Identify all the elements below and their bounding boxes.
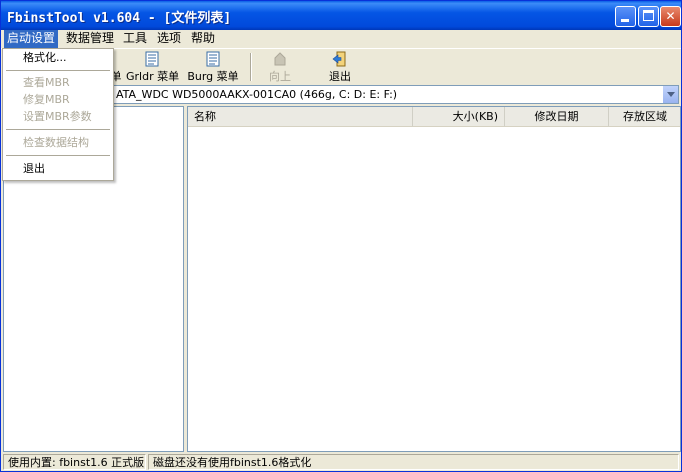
column-header-size[interactable]: 大小(KB) [413, 107, 505, 127]
menu-item-check-structure[interactable]: 检查数据结构 [4, 135, 112, 152]
title-bar[interactable]: FbinstTool v1.604 - [文件列表] ✕ [1, 1, 681, 30]
menu-data-management[interactable]: 数据管理 [63, 30, 117, 48]
burg-menu-label: Burg 菜单 [187, 70, 239, 83]
menu-options[interactable]: 选项 [154, 30, 184, 48]
boot-settings-menu: 格式化... 查看MBR 修复MBR 设置MBR参数 检查数据结构 退出 [2, 48, 114, 181]
close-icon: ✕ [665, 9, 676, 23]
column-header-name[interactable]: 名称 [188, 107, 413, 127]
menu-tools[interactable]: 工具 [120, 30, 150, 48]
grldr-menu-icon [145, 51, 159, 67]
app-window: FbinstTool v1.604 - [文件列表] ✕ 启动设置 数据管理 工… [0, 0, 682, 472]
menu-item-set-mbr-params[interactable]: 设置MBR参数 [4, 109, 112, 126]
toolbar-separator [250, 53, 252, 81]
exit-label: 退出 [329, 70, 351, 83]
minimize-icon [621, 19, 629, 22]
status-bar: 使用内置: fbinst1.6 正式版 磁盘还没有使用fbinst1.6格式化 [1, 453, 681, 471]
menu-item-repair-mbr[interactable]: 修复MBR [4, 92, 112, 109]
grldr-menu-label: Grldr 菜单 [126, 70, 180, 83]
column-header-area[interactable]: 存放区域 [609, 107, 680, 127]
close-button[interactable]: ✕ [660, 6, 681, 27]
menu-separator [6, 129, 110, 130]
status-builtin-version: 使用内置: fbinst1.6 正式版 [3, 454, 146, 470]
up-button[interactable]: 向上 [263, 51, 297, 83]
column-header-modified[interactable]: 修改日期 [505, 107, 609, 127]
menu-help[interactable]: 帮助 [188, 30, 218, 48]
burg-menu-icon [206, 51, 220, 67]
menu-item-format[interactable]: 格式化... [4, 50, 112, 67]
up-arrow-icon [274, 52, 286, 66]
maximize-icon [643, 10, 654, 21]
up-label: 向上 [269, 70, 291, 83]
chevron-down-icon [667, 92, 675, 97]
menu-separator [6, 70, 110, 71]
exit-button[interactable]: 退出 [323, 51, 357, 83]
maximize-button[interactable] [638, 6, 659, 27]
minimize-button[interactable] [615, 6, 636, 27]
file-list[interactable]: 名称 大小(KB) 修改日期 存放区域 [187, 106, 681, 452]
menu-boot-settings[interactable]: 启动设置 [4, 30, 59, 48]
menu-item-view-mbr[interactable]: 查看MBR [4, 75, 112, 92]
menu-separator [6, 155, 110, 156]
status-disk-message: 磁盘还没有使用fbinst1.6格式化 [148, 454, 679, 470]
grldr-menu-button[interactable]: Grldr 菜单 [126, 51, 180, 83]
disk-select-value: ATA_WDC WD5000AAKX-001CA0 (466g, C: D: E… [116, 88, 398, 101]
disk-select-dropdown-button[interactable] [662, 86, 678, 103]
exit-icon [332, 51, 346, 67]
burg-menu-button[interactable]: Burg 菜单 [187, 51, 239, 83]
window-title: FbinstTool v1.604 - [文件列表] [7, 11, 232, 26]
menu-item-exit[interactable]: 退出 [4, 161, 112, 178]
menu-bar: 启动设置 数据管理 工具 选项 帮助 [1, 30, 681, 48]
